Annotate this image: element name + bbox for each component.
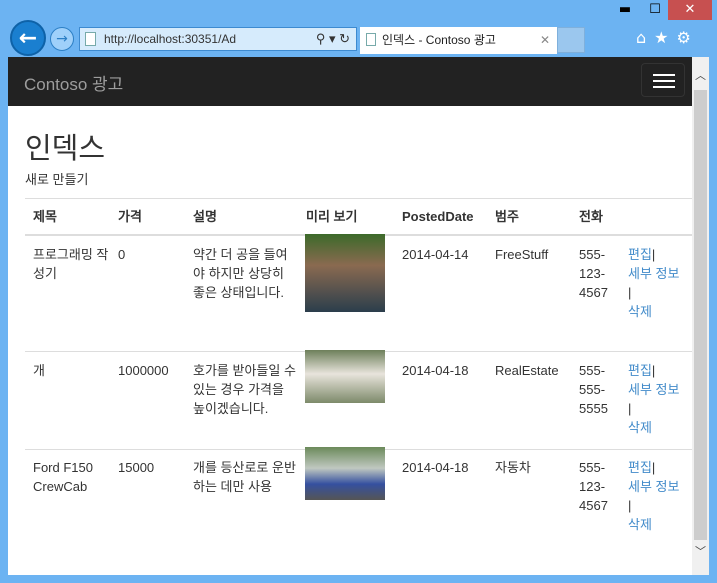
category-cell: 자동차: [495, 460, 531, 475]
price-cell: 0: [118, 247, 126, 262]
preview-image-man-portrait-photo: [305, 234, 385, 312]
separator: |: [628, 401, 632, 416]
column-header: 제목: [33, 209, 57, 224]
favorites-star-icon[interactable]: ★: [654, 28, 676, 47]
column-header: 전화: [579, 209, 603, 224]
back-button[interactable]: ←: [10, 20, 46, 56]
edit-link[interactable]: 편집: [628, 247, 652, 262]
home-icon[interactable]: ⌂: [636, 28, 654, 47]
separator: |: [651, 363, 656, 378]
title-cell: 프로그래밍 작성기: [33, 247, 109, 281]
scrollbar-thumb[interactable]: [694, 90, 707, 540]
url-text: http://localhost:30351/Ad: [104, 32, 237, 46]
page-content: Contoso 광고 인덱스 새로 만들기 제목 가격 설명 미리 보기 PostedD…: [8, 57, 692, 575]
title-cell: Ford F150 CrewCab: [33, 460, 93, 494]
scroll-up-icon[interactable]: ︿: [695, 67, 706, 83]
category-cell: FreeStuff: [495, 247, 549, 262]
address-bar[interactable]: http://localhost:30351/Ad ⚲ ▾ ↻: [79, 27, 357, 51]
scroll-down-icon[interactable]: ﹀: [695, 543, 706, 559]
column-header: 미리 보기: [306, 209, 358, 224]
page-icon: [366, 33, 376, 46]
details-link[interactable]: 세부 정보: [628, 266, 679, 281]
minimize-icon[interactable]: ▬: [612, 0, 638, 20]
toolbar-icons: ⌂★⚙: [636, 28, 699, 47]
column-header: 범주: [495, 209, 519, 224]
delete-link[interactable]: 삭제: [628, 304, 652, 319]
price-cell: 15000: [118, 460, 155, 475]
actions-cell: 편집| 세부 정보 | 삭제: [628, 458, 692, 534]
browser-tab[interactable]: 인덱스 - Contoso 광고 ✕: [360, 27, 557, 54]
description-cell: 개를 등산로로 운반하는 데만 사용: [193, 460, 296, 494]
description-cell: 약간 더 공을 들여야 하지만 상당히 좋은 상태입니다.: [193, 247, 288, 300]
details-link[interactable]: 세부 정보: [628, 479, 679, 494]
separator: |: [628, 498, 632, 513]
page-title: 인덱스: [25, 133, 106, 165]
separator: |: [651, 247, 656, 262]
tab-title: 인덱스 - Contoso 광고: [382, 33, 496, 47]
close-tab-icon[interactable]: ✕: [540, 27, 550, 53]
delete-link[interactable]: 삭제: [628, 420, 652, 435]
menu-toggle-button[interactable]: [641, 63, 685, 97]
brand-link[interactable]: Contoso 광고: [24, 70, 123, 95]
forward-button[interactable]: →: [50, 27, 74, 51]
posted-date-cell: 2014-04-18: [402, 363, 469, 378]
price-cell: 1000000: [118, 363, 169, 378]
separator: |: [628, 285, 632, 300]
edit-link[interactable]: 편집: [628, 460, 652, 475]
title-cell: 개: [33, 363, 45, 378]
new-tab-button[interactable]: [557, 27, 585, 53]
phone-cell: 555-123-4567: [579, 460, 608, 513]
page-icon: [85, 32, 96, 46]
preview-image-white-dog-photo: [305, 350, 385, 403]
close-icon[interactable]: ✕: [668, 0, 712, 20]
search-refresh-icons[interactable]: ⚲ ▾ ↻: [316, 28, 350, 50]
details-link[interactable]: 세부 정보: [628, 382, 679, 397]
posted-date-cell: 2014-04-18: [402, 460, 469, 475]
column-header: 설명: [193, 209, 217, 224]
navbar: Contoso 광고: [8, 57, 692, 106]
description-cell: 호가를 받아들일 수 있는 경우 가격을 높이겠습니다.: [193, 363, 296, 416]
phone-cell: 555-555-5555: [579, 363, 608, 416]
delete-link[interactable]: 삭제: [628, 517, 652, 532]
phone-cell: 555-123-4567: [579, 247, 608, 300]
column-header: 가격: [118, 209, 142, 224]
preview-image-truck-group-photo: [305, 447, 385, 500]
actions-cell: 편집| 세부 정보 | 삭제: [628, 245, 692, 321]
edit-link[interactable]: 편집: [628, 363, 652, 378]
posted-date-cell: 2014-04-14: [402, 247, 469, 262]
column-header: PostedDate: [402, 209, 474, 224]
create-new-link[interactable]: 새로 만들기: [25, 170, 88, 189]
gear-icon[interactable]: ⚙: [677, 28, 699, 47]
actions-cell: 편집| 세부 정보 | 삭제: [628, 361, 692, 437]
category-cell: RealEstate: [495, 363, 559, 378]
maximize-icon[interactable]: ☐: [642, 0, 668, 20]
separator: |: [651, 460, 656, 475]
